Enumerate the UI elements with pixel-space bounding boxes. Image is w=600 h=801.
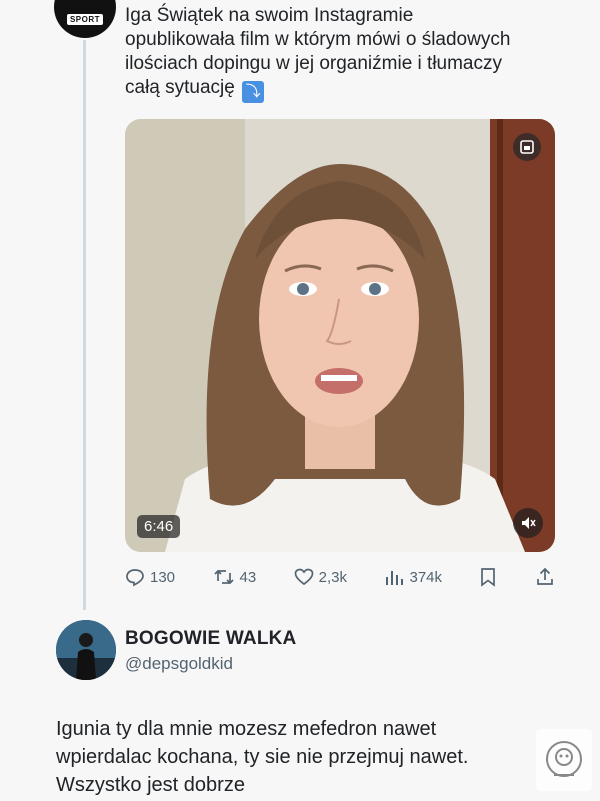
video-duration: 6:46 xyxy=(137,515,181,538)
tweet-text: Iga Świątek na swoim Instagramie opublik… xyxy=(125,4,525,103)
retweet-button[interactable]: 43 xyxy=(213,567,257,587)
reply-count: 130 xyxy=(150,568,176,586)
tweet-action-bar: 130 43 2,3k 374k xyxy=(125,562,555,592)
bookmark-icon xyxy=(481,568,496,587)
retweet-icon xyxy=(213,569,234,585)
reply-icon xyxy=(126,569,144,587)
reply-button[interactable]: 130 xyxy=(125,567,175,587)
video-frame xyxy=(125,119,555,552)
avatar-logo-text: SPORT xyxy=(66,13,104,25)
share-icon xyxy=(537,567,553,585)
thread-line xyxy=(83,40,86,610)
arrow-down-emoji: ⤵ xyxy=(242,81,265,103)
bookmark-button[interactable] xyxy=(479,567,497,587)
share-button[interactable] xyxy=(535,567,555,587)
reply-avatar[interactable] xyxy=(56,620,116,680)
author-avatar[interactable]: SPORT xyxy=(54,0,116,38)
reply-avatar-image xyxy=(56,620,116,680)
tweet-body: Iga Świątek na swoim Instagramie opublik… xyxy=(125,5,511,98)
views-count: 374k xyxy=(409,568,443,586)
pip-icon[interactable] xyxy=(513,133,541,161)
views-button[interactable]: 374k xyxy=(384,567,442,587)
views-icon xyxy=(386,571,404,585)
video-player[interactable]: 6:46 xyxy=(125,119,555,552)
watermark-icon xyxy=(536,729,592,791)
like-icon xyxy=(294,568,314,586)
like-count: 2,3k xyxy=(318,568,348,586)
like-button[interactable]: 2,3k xyxy=(294,567,347,587)
reply-author-handle[interactable]: @depsgoldkid xyxy=(125,654,233,674)
reply-author-name[interactable]: BOGOWIE WALKA xyxy=(125,628,296,650)
mute-icon[interactable] xyxy=(513,508,543,538)
reply-text: Igunia ty dla mnie mozesz mefedron nawet… xyxy=(56,718,469,796)
screenshot-frame: SPORT Iga Świątek na swoim Instagramie o… xyxy=(0,0,600,801)
retweet-count: 43 xyxy=(239,568,257,586)
